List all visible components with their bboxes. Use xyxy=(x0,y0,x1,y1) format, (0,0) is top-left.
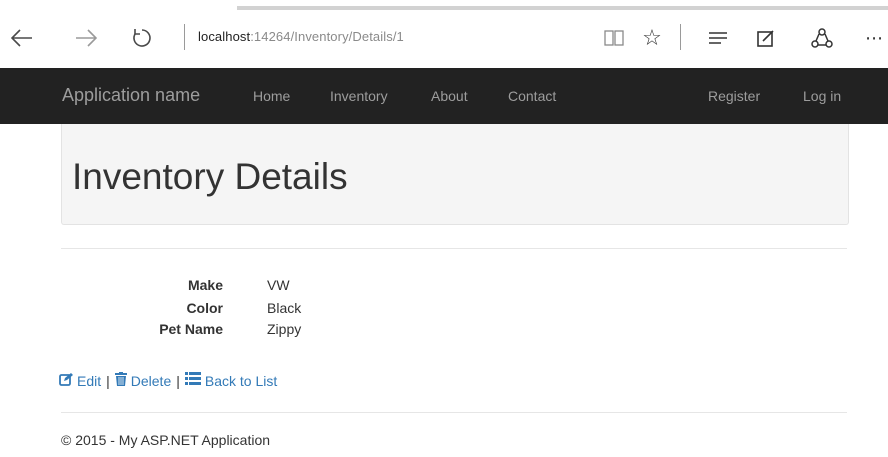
page-header: Inventory Details xyxy=(61,124,849,225)
separator: | xyxy=(176,372,180,389)
address-host: localhost xyxy=(198,29,251,44)
nav-link-login[interactable]: Log in xyxy=(803,88,841,104)
nav-link-about[interactable]: About xyxy=(431,88,468,104)
web-note-icon[interactable] xyxy=(752,22,780,54)
page-title: Inventory Details xyxy=(72,156,348,197)
list-icon xyxy=(184,372,201,389)
detail-row-pet-name: Pet Name Zippy xyxy=(61,321,461,339)
detail-value: VW xyxy=(267,277,290,293)
action-links: Edit | Delete | Back to List xyxy=(59,372,277,389)
more-icon[interactable]: ⋯ xyxy=(860,22,888,54)
toolbar-separator xyxy=(680,24,681,50)
detail-row-make: Make VW xyxy=(61,277,461,295)
footer-text: © 2015 - My ASP.NET Application xyxy=(61,432,271,448)
separator: | xyxy=(106,372,110,389)
site-navbar: Application name Home Inventory About Co… xyxy=(0,68,888,124)
detail-label: Color xyxy=(186,300,223,316)
back-to-list-label: Back to List xyxy=(204,372,278,389)
trash-icon xyxy=(114,372,127,389)
hub-icon[interactable] xyxy=(704,22,732,54)
address-path: :14264/Inventory/Details/1 xyxy=(250,29,404,44)
detail-label: Pet Name xyxy=(159,321,223,337)
reading-view-icon[interactable] xyxy=(602,22,626,54)
nav-link-home[interactable]: Home xyxy=(253,88,290,104)
detail-row-color: Color Black xyxy=(61,300,461,318)
favorite-star-icon[interactable]: ☆ xyxy=(638,22,666,54)
nav-link-inventory[interactable]: Inventory xyxy=(330,88,388,104)
footer-divider xyxy=(61,412,847,413)
forward-arrow-icon[interactable] xyxy=(70,22,102,54)
detail-value: Zippy xyxy=(267,321,302,337)
divider xyxy=(61,248,847,249)
refresh-icon[interactable] xyxy=(126,22,158,54)
back-to-list-link[interactable]: Back to List xyxy=(184,372,278,389)
edit-label: Edit xyxy=(77,372,102,389)
back-arrow-icon[interactable] xyxy=(6,22,38,54)
nav-link-register[interactable]: Register xyxy=(708,88,760,104)
edit-icon xyxy=(59,372,73,389)
brand-link[interactable]: Application name xyxy=(62,85,200,106)
address-separator xyxy=(184,24,185,50)
detail-value: Black xyxy=(267,300,302,316)
delete-link[interactable]: Delete xyxy=(114,372,172,389)
share-icon[interactable] xyxy=(808,22,836,54)
nav-link-contact[interactable]: Contact xyxy=(508,88,556,104)
delete-label: Delete xyxy=(130,372,172,389)
address-bar[interactable]: localhost:14264/Inventory/Details/1 xyxy=(198,29,404,44)
tab-strip xyxy=(237,6,888,10)
edit-link[interactable]: Edit xyxy=(59,372,101,389)
detail-label: Make xyxy=(187,277,223,293)
